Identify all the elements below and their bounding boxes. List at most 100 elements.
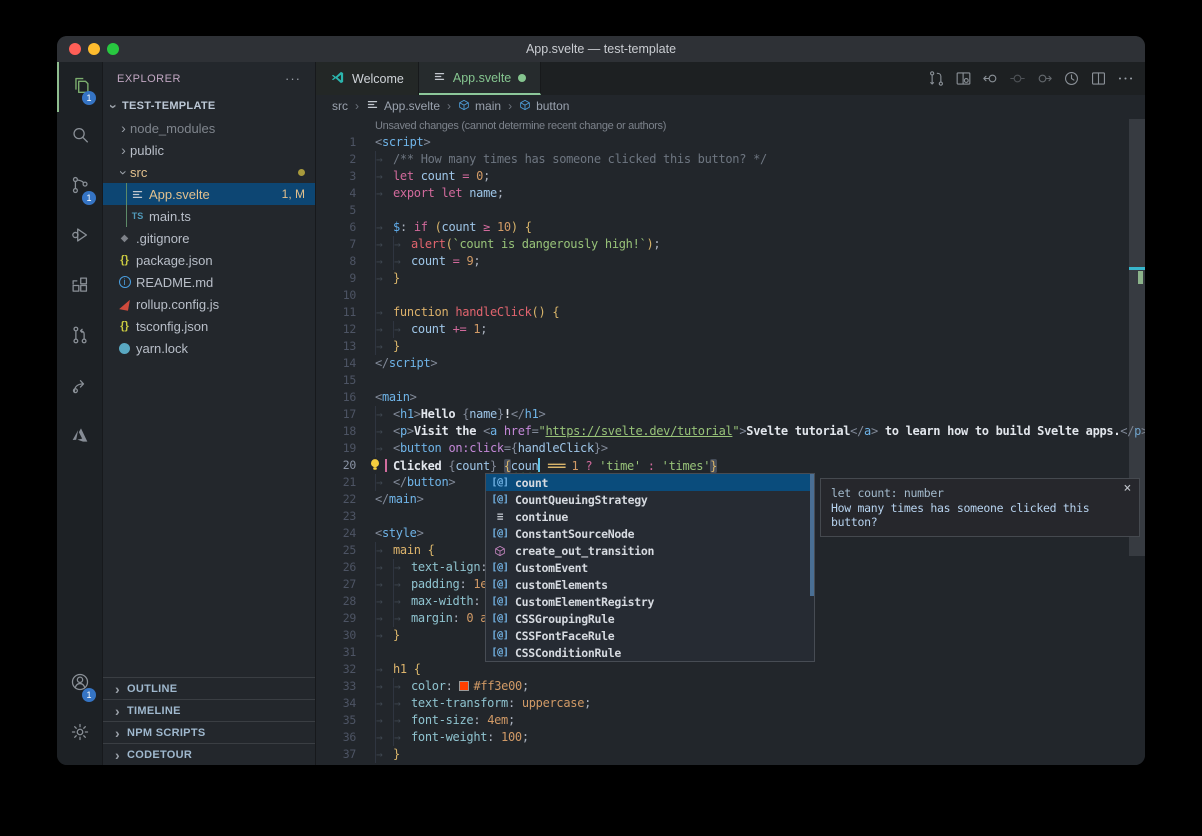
suggestion-item[interactable]: [@]CustomEvent — [486, 559, 814, 576]
code-line[interactable]: 13→} — [316, 338, 1145, 355]
tree-item-node_modules[interactable]: ›node_modules — [103, 117, 315, 139]
code-line[interactable]: 10 — [316, 287, 1145, 304]
activity-source-control-button[interactable]: 1 — [57, 162, 103, 212]
code-line[interactable]: 35→→font-size: 4em; — [316, 712, 1145, 729]
code-line[interactable]: 2→/** How many times has someone clicked… — [316, 151, 1145, 168]
breadcrumb-item-app-svelte[interactable]: App.svelte — [366, 98, 440, 114]
activity-search-button[interactable] — [57, 112, 103, 162]
activity-live-share-button[interactable] — [57, 362, 103, 412]
token: > — [407, 424, 414, 438]
suggestion-item[interactable]: [@]CSSConditionRule — [486, 644, 814, 661]
section-outline[interactable]: ›OUTLINE — [103, 677, 315, 699]
line-number: 21 — [316, 474, 356, 491]
code-line[interactable]: 12→→count += 1; — [316, 321, 1145, 338]
code-line[interactable]: 8→→count = 9; — [316, 253, 1145, 270]
tree-item-src[interactable]: ›src — [103, 161, 315, 183]
code-line[interactable]: 36→→font-weight: 100; — [316, 729, 1145, 746]
token: ; — [584, 696, 591, 710]
tab-app-svelte[interactable]: App.svelte — [419, 62, 541, 95]
code-line[interactable]: 5 — [316, 202, 1145, 219]
activity-accounts-button[interactable]: 1 — [57, 659, 103, 709]
suggestion-item[interactable]: [@]count — [486, 474, 814, 491]
next-change-icon[interactable] — [1035, 69, 1054, 88]
suggestion-item[interactable]: create_out_transition — [486, 542, 814, 559]
code-line[interactable]: 11→function handleClick() { — [316, 304, 1145, 321]
tree-item-App.svelte[interactable]: App.svelte1, M — [103, 183, 315, 205]
badge: 1 — [82, 688, 96, 702]
suggestion-item[interactable]: [@]CSSFontFaceRule — [486, 627, 814, 644]
tree-item-public[interactable]: ›public — [103, 139, 315, 161]
code-line[interactable]: 6→$: if (count ≥ 10) { — [316, 219, 1145, 236]
tree-item-main.ts[interactable]: TSmain.ts — [103, 205, 315, 227]
code-line[interactable]: 15 — [316, 372, 1145, 389]
activity-github-pull-requests-button[interactable] — [57, 312, 103, 362]
indent-guide: → — [375, 270, 393, 287]
code-line[interactable]: 1<script> — [316, 134, 1145, 151]
section-label: NPM SCRIPTS — [127, 727, 205, 739]
more-actions-icon[interactable] — [1116, 69, 1135, 88]
code-line[interactable]: 3→let count = 0; — [316, 168, 1145, 185]
code-line[interactable]: 16<main> — [316, 389, 1145, 406]
breadcrumb-item-src[interactable]: src — [332, 99, 348, 113]
section-timeline[interactable]: ›TIMELINE — [103, 699, 315, 721]
tabs: WelcomeApp.svelte — [316, 62, 541, 95]
code-line[interactable]: 33→→color: #ff3e00; — [316, 678, 1145, 695]
suggestion-item[interactable]: [@]CSSGroupingRule — [486, 610, 814, 627]
code-line[interactable]: 7→→alert(`count is dangerously high!`); — [316, 236, 1145, 253]
tree-item-README.md[interactable]: iREADME.md — [103, 271, 315, 293]
activity-azure-button[interactable] — [57, 412, 103, 462]
code-line[interactable]: 17→<h1>Hello {name}!</h1> — [316, 406, 1145, 423]
close-button[interactable] — [69, 43, 81, 55]
activity-extensions-button[interactable] — [57, 262, 103, 312]
editor-actions — [927, 62, 1135, 95]
suggestion-doc: How many times has someone clicked this … — [831, 501, 1139, 529]
token: } — [393, 747, 400, 761]
code-line[interactable]: 37→} — [316, 746, 1145, 763]
split-editor-icon[interactable] — [1089, 69, 1108, 88]
code-line[interactable]: 18→<p>Visit the <a href="https://svelte.… — [316, 423, 1145, 440]
breadcrumb-item-button[interactable]: button — [519, 99, 569, 114]
suggestion-item[interactable]: [@]customElements — [486, 576, 814, 593]
code-editor[interactable]: Unsaved changes (cannot determine recent… — [316, 117, 1145, 765]
minimize-button[interactable] — [88, 43, 100, 55]
breadcrumb-item-main[interactable]: main — [458, 99, 501, 114]
suggestion-item[interactable]: [@]CustomElementRegistry — [486, 593, 814, 610]
code-line[interactable]: 20Clicked {count} {coun === 1 ? 'time' :… — [316, 457, 1145, 474]
indent-guide: → — [393, 559, 411, 576]
suggestion-item[interactable]: [@]ConstantSourceNode — [486, 525, 814, 542]
tree-item-package.json[interactable]: {}package.json — [103, 249, 315, 271]
previous-change-icon[interactable] — [1008, 69, 1027, 88]
lightbulb-icon[interactable] — [368, 457, 382, 472]
suggestion-item[interactable]: ≡continue — [486, 508, 814, 525]
code-line[interactable]: 34→→text-transform: uppercase; — [316, 695, 1145, 712]
open-preview-icon[interactable] — [954, 69, 973, 88]
token: font-size — [411, 713, 473, 727]
zoom-button[interactable] — [107, 43, 119, 55]
tree-item-yarn.lock[interactable]: yarn.lock — [103, 337, 315, 359]
tree-item-rollup.config.js[interactable]: rollup.config.js — [103, 293, 315, 315]
activity-settings-gear-button[interactable] — [57, 709, 103, 759]
section-codetour[interactable]: ›CODETOUR — [103, 743, 315, 765]
more-actions-icon[interactable]: ··· — [285, 71, 301, 86]
tree-item-.gitignore[interactable]: ◆.gitignore — [103, 227, 315, 249]
close-icon[interactable]: × — [1123, 481, 1131, 496]
indent-guide — [375, 202, 393, 219]
project-root-row[interactable]: › TEST-TEMPLATE — [103, 95, 315, 117]
back-icon[interactable] — [981, 69, 1000, 88]
suggestion-item[interactable]: [@]CountQueuingStrategy — [486, 491, 814, 508]
activity-run-debug-button[interactable] — [57, 212, 103, 262]
code-line[interactable]: 19→<button on:click={handleClick}> — [316, 440, 1145, 457]
section-npm-scripts[interactable]: ›NPM SCRIPTS — [103, 721, 315, 743]
timeline-icon[interactable] — [1062, 69, 1081, 88]
code-line[interactable]: 9→} — [316, 270, 1145, 287]
git-compare-icon[interactable] — [927, 69, 946, 88]
code-line[interactable]: 14</script> — [316, 355, 1145, 372]
activity-explorer-button[interactable]: 1 — [57, 62, 103, 112]
line-number: 24 — [316, 525, 356, 542]
code-line[interactable]: 4→export let name; — [316, 185, 1145, 202]
tree-item-label: tsconfig.json — [136, 319, 208, 334]
tab-welcome[interactable]: Welcome — [316, 62, 419, 95]
token: ; — [473, 254, 480, 268]
tree-item-tsconfig.json[interactable]: {}tsconfig.json — [103, 315, 315, 337]
code-line[interactable]: 32→h1 { — [316, 661, 1145, 678]
